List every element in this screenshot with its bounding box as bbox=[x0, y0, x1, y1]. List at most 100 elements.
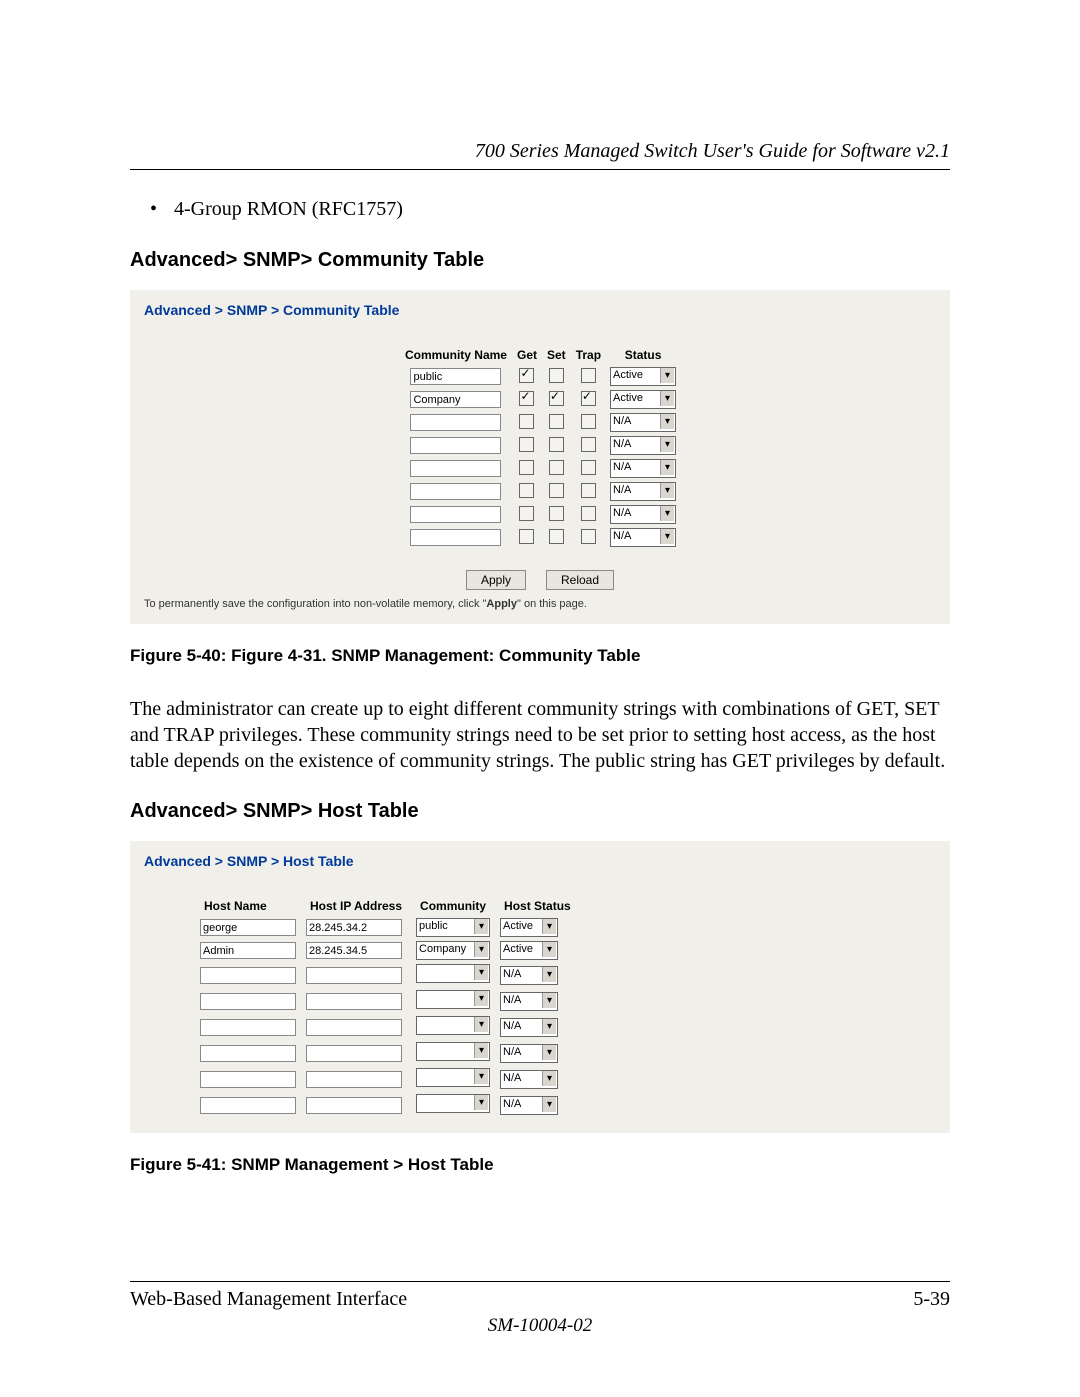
host-table: Host Name Host IP Address Community Host… bbox=[194, 895, 581, 1119]
get-checkbox[interactable] bbox=[519, 483, 534, 498]
status-select[interactable]: Active bbox=[610, 390, 676, 409]
table-row: Active bbox=[401, 366, 679, 387]
host-status-select[interactable]: Active bbox=[500, 941, 558, 960]
community-select[interactable] bbox=[416, 1016, 490, 1035]
host-ip-input[interactable] bbox=[306, 993, 402, 1010]
community-name-input[interactable] bbox=[410, 506, 501, 523]
get-checkbox[interactable] bbox=[519, 414, 534, 429]
trap-checkbox[interactable] bbox=[581, 391, 596, 406]
host-name-input[interactable] bbox=[200, 993, 296, 1010]
trap-checkbox[interactable] bbox=[581, 414, 596, 429]
hint-pre: To permanently save the configuration in… bbox=[144, 598, 486, 610]
host-name-input[interactable] bbox=[200, 1097, 296, 1114]
set-checkbox[interactable] bbox=[549, 529, 564, 544]
host-ip-input[interactable] bbox=[306, 942, 402, 959]
body-paragraph: The administrator can create up to eight… bbox=[130, 696, 950, 774]
status-select[interactable]: Active bbox=[610, 367, 676, 386]
trap-checkbox[interactable] bbox=[581, 529, 596, 544]
host-status-select[interactable]: N/A bbox=[500, 1018, 558, 1037]
host-status-select[interactable]: Active bbox=[500, 918, 558, 937]
community-table: Community Name Get Set Trap Status Activ… bbox=[399, 344, 681, 550]
community-select[interactable] bbox=[416, 1042, 490, 1061]
community-name-input[interactable] bbox=[410, 529, 501, 546]
trap-checkbox[interactable] bbox=[581, 368, 596, 383]
table-row: public Active bbox=[196, 917, 579, 938]
status-select[interactable]: N/A bbox=[610, 436, 676, 455]
get-checkbox[interactable] bbox=[519, 529, 534, 544]
community-select[interactable]: public bbox=[416, 918, 490, 937]
set-checkbox[interactable] bbox=[549, 391, 564, 406]
community-select[interactable] bbox=[416, 1094, 490, 1113]
community-name-input[interactable] bbox=[410, 437, 501, 454]
status-select[interactable]: N/A bbox=[610, 505, 676, 524]
set-checkbox[interactable] bbox=[549, 460, 564, 475]
table-row: N/A bbox=[401, 435, 679, 456]
host-status-select[interactable]: N/A bbox=[500, 992, 558, 1011]
running-header: 700 Series Managed Switch User's Guide f… bbox=[130, 140, 950, 170]
trap-checkbox[interactable] bbox=[581, 483, 596, 498]
col-host-ip: Host IP Address bbox=[302, 897, 410, 915]
community-name-input[interactable] bbox=[410, 460, 501, 477]
host-status-select[interactable]: N/A bbox=[500, 1044, 558, 1063]
host-status-select[interactable]: N/A bbox=[500, 1096, 558, 1115]
get-checkbox[interactable] bbox=[519, 506, 534, 521]
community-select[interactable]: Company bbox=[416, 941, 490, 960]
host-ip-input[interactable] bbox=[306, 967, 402, 984]
figure-caption-541: Figure 5-41: SNMP Management > Host Tabl… bbox=[130, 1155, 950, 1175]
host-name-input[interactable] bbox=[200, 967, 296, 984]
set-checkbox[interactable] bbox=[549, 437, 564, 452]
host-ip-input[interactable] bbox=[306, 1071, 402, 1088]
community-select[interactable] bbox=[416, 1068, 490, 1087]
get-checkbox[interactable] bbox=[519, 437, 534, 452]
community-name-input[interactable] bbox=[410, 391, 501, 408]
host-status-select[interactable]: N/A bbox=[500, 1070, 558, 1089]
trap-checkbox[interactable] bbox=[581, 437, 596, 452]
hint-bold: Apply bbox=[486, 598, 517, 610]
status-select[interactable]: N/A bbox=[610, 413, 676, 432]
host-ip-input[interactable] bbox=[306, 1019, 402, 1036]
document-id: SM-10004-02 bbox=[130, 1315, 950, 1337]
host-name-input[interactable] bbox=[200, 1071, 296, 1088]
host-ip-input[interactable] bbox=[306, 919, 402, 936]
footer-page: 5-39 bbox=[913, 1288, 950, 1311]
set-checkbox[interactable] bbox=[549, 483, 564, 498]
community-name-input[interactable] bbox=[410, 368, 501, 385]
status-select[interactable]: N/A bbox=[610, 528, 676, 547]
community-select[interactable] bbox=[416, 990, 490, 1009]
set-checkbox[interactable] bbox=[549, 414, 564, 429]
col-community: Community bbox=[412, 897, 494, 915]
set-checkbox[interactable] bbox=[549, 506, 564, 521]
host-name-input[interactable] bbox=[200, 1045, 296, 1062]
status-select[interactable]: N/A bbox=[610, 459, 676, 478]
breadcrumb: Advanced > SNMP > Community Table bbox=[144, 302, 936, 318]
section-heading-host: Advanced> SNMP> Host Table bbox=[130, 800, 950, 823]
col-get: Get bbox=[513, 346, 541, 364]
table-row: Company Active bbox=[196, 940, 579, 961]
table-row: N/A bbox=[401, 504, 679, 525]
host-ip-input[interactable] bbox=[306, 1097, 402, 1114]
host-name-input[interactable] bbox=[200, 919, 296, 936]
figure-caption-540: Figure 5-40: Figure 4-31. SNMP Managemen… bbox=[130, 646, 950, 666]
community-name-input[interactable] bbox=[410, 483, 501, 500]
community-select[interactable] bbox=[416, 964, 490, 983]
apply-button[interactable]: Apply bbox=[466, 570, 526, 590]
col-trap: Trap bbox=[572, 346, 605, 364]
host-ip-input[interactable] bbox=[306, 1045, 402, 1062]
hint-post: " on this page. bbox=[517, 598, 587, 610]
trap-checkbox[interactable] bbox=[581, 506, 596, 521]
host-name-input[interactable] bbox=[200, 942, 296, 959]
status-select[interactable]: N/A bbox=[610, 482, 676, 501]
get-checkbox[interactable] bbox=[519, 460, 534, 475]
bullet-text: 4-Group RMON (RFC1757) bbox=[174, 198, 403, 220]
reload-button[interactable]: Reload bbox=[546, 570, 614, 590]
get-checkbox[interactable] bbox=[519, 368, 534, 383]
bullet-item: •4-Group RMON (RFC1757) bbox=[150, 198, 950, 221]
table-header-row: Host Name Host IP Address Community Host… bbox=[196, 897, 579, 915]
host-name-input[interactable] bbox=[200, 1019, 296, 1036]
get-checkbox[interactable] bbox=[519, 391, 534, 406]
col-host-name: Host Name bbox=[196, 897, 300, 915]
set-checkbox[interactable] bbox=[549, 368, 564, 383]
community-name-input[interactable] bbox=[410, 414, 501, 431]
host-status-select[interactable]: N/A bbox=[500, 966, 558, 985]
trap-checkbox[interactable] bbox=[581, 460, 596, 475]
